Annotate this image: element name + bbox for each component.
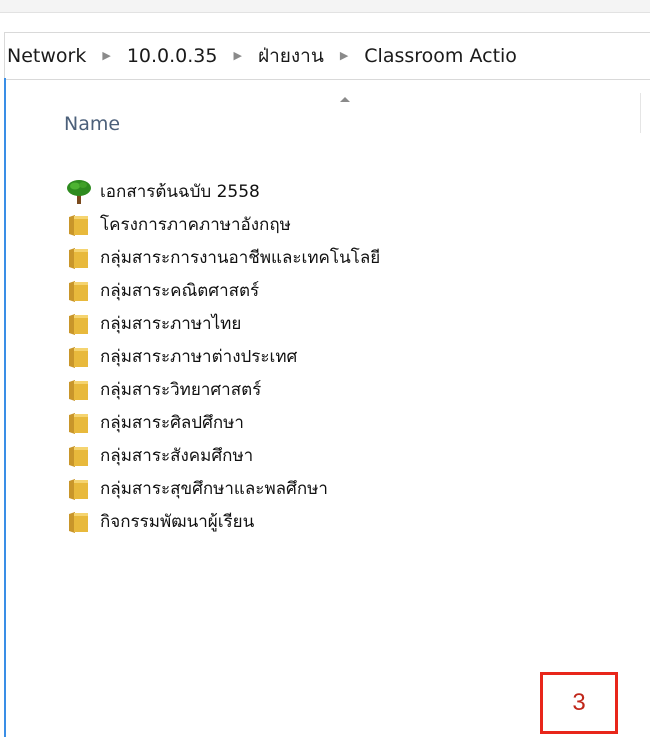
file-label: กลุ่มสาระการงานอาชีพและเทคโนโลยี [100,248,381,268]
breadcrumb-separator-icon[interactable]: ▶ [340,43,348,69]
file-label: กลุ่มสาระภาษาต่างประเทศ [100,347,298,367]
folder-icon [66,476,92,502]
column-divider[interactable] [640,93,641,133]
folder-icon [66,311,92,337]
address-bar[interactable]: Network ▶ 10.0.0.35 ▶ ฝ่ายงาน ▶ Classroo… [4,32,650,80]
list-item[interactable]: เอกสารต้นฉบับ 2558 [66,175,626,208]
list-item[interactable]: กลุ่มสาระศิลปศึกษา [66,406,626,439]
folder-icon [66,377,92,403]
list-item[interactable]: กลุ่มสาระสุขศึกษาและพลศึกษา [66,472,626,505]
folder-icon [66,245,92,271]
breadcrumb-item-server[interactable]: 10.0.0.35 [127,43,218,69]
list-item[interactable]: กลุ่มสาระสังคมศึกษา [66,439,626,472]
folder-icon [66,278,92,304]
tree-icon [66,179,92,205]
folder-icon [66,410,92,436]
file-label: กลุ่มสาระภาษาไทย [100,314,242,334]
file-label: กลุ่มสาระคณิตศาสตร์ [100,281,260,301]
folder-icon [66,443,92,469]
list-item[interactable]: กิจกรรมพัฒนาผู้เรียน [66,505,626,538]
folder-icon [66,212,92,238]
breadcrumb-item-network[interactable]: Network [7,43,86,69]
file-label: กลุ่มสาระศิลปศึกษา [100,413,244,433]
list-item[interactable]: กลุ่มสาระภาษาต่างประเทศ [66,340,626,373]
list-item[interactable]: กลุ่มสาระคณิตศาสตร์ [66,274,626,307]
list-item[interactable]: กลุ่มสาระวิทยาศาสตร์ [66,373,626,406]
file-explorer-window: Network ▶ 10.0.0.35 ▶ ฝ่ายงาน ▶ Classroo… [0,0,650,737]
sort-ascending-icon [340,97,350,102]
list-item[interactable]: กลุ่มสาระการงานอาชีพและเทคโนโลยี [66,241,626,274]
file-label: กลุ่มสาระสังคมศึกษา [100,446,254,466]
folder-icon [66,344,92,370]
breadcrumb-item-current-folder[interactable]: Classroom Actio [364,43,517,69]
breadcrumb-separator-icon[interactable]: ▶ [102,43,110,69]
file-list-pane: Name เอกสารต้นฉบับ 2558 โครงการภาคภาษาอั… [6,79,650,737]
list-item[interactable]: กลุ่มสาระภาษาไทย [66,307,626,340]
page-number: 3 [572,689,586,716]
file-label: กลุ่มสาระสุขศึกษาและพลศึกษา [100,479,328,499]
file-label: กลุ่มสาระวิทยาศาสตร์ [100,380,262,400]
file-list: เอกสารต้นฉบับ 2558 โครงการภาคภาษาอังกฤษ [66,175,626,538]
breadcrumb: Network ▶ 10.0.0.35 ▶ ฝ่ายงาน ▶ Classroo… [7,43,517,69]
column-header-name[interactable]: Name [64,113,120,135]
page-number-badge: 3 [540,672,618,734]
list-item[interactable]: โครงการภาคภาษาอังกฤษ [66,208,626,241]
file-label: เอกสารต้นฉบับ 2558 [100,182,260,202]
breadcrumb-separator-icon[interactable]: ▶ [233,43,241,69]
folder-icon [66,509,92,535]
title-strip [0,0,650,13]
file-label: โครงการภาคภาษาอังกฤษ [100,215,291,235]
file-label: กิจกรรมพัฒนาผู้เรียน [100,512,255,532]
breadcrumb-item-department[interactable]: ฝ่ายงาน [258,43,324,69]
